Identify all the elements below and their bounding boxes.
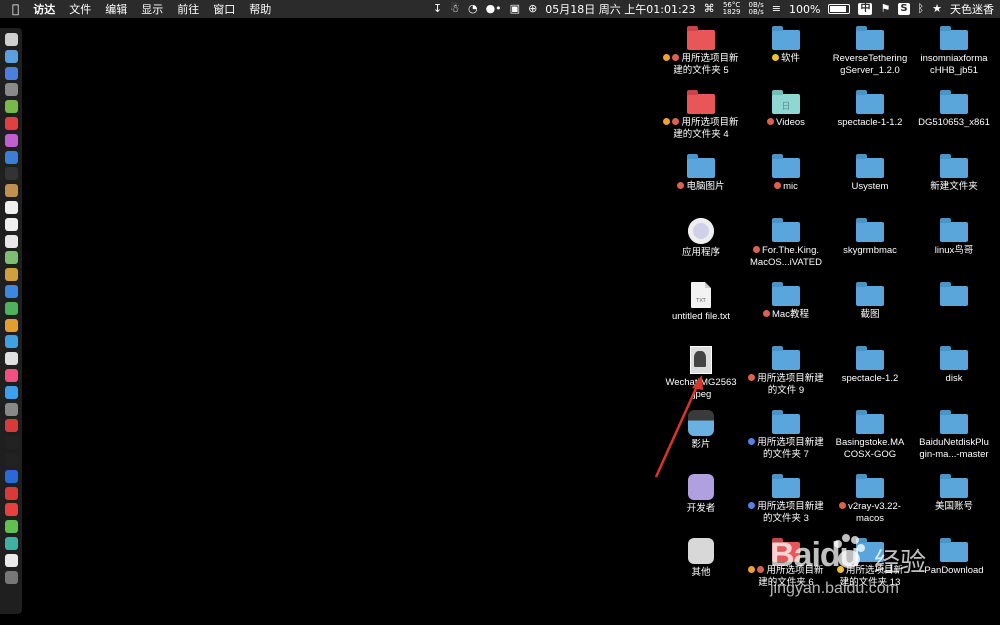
watermark-product: 经验: [874, 548, 927, 578]
watermark-url: jingyan.baidu.com: [770, 580, 899, 597]
baidu-watermark: Baidu 经验 jingyan.baidu.com: [770, 534, 1000, 621]
baidu-paw-icon: [834, 534, 865, 568]
